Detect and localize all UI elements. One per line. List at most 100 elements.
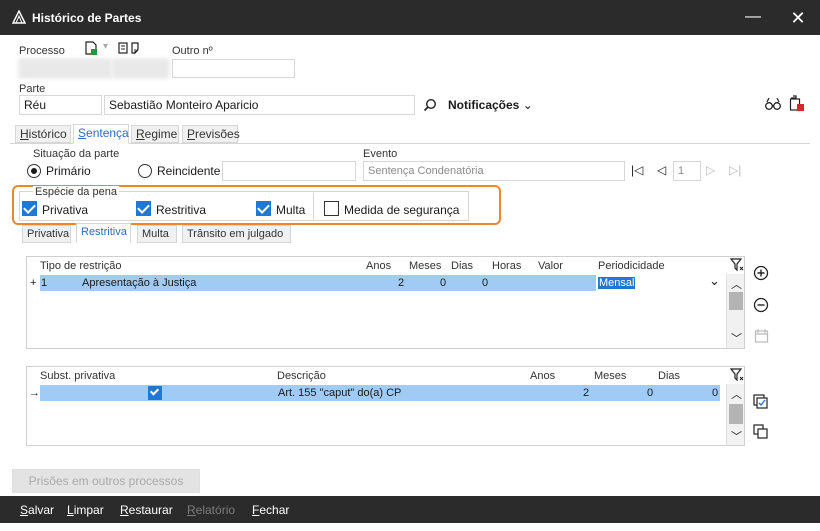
subst-anos-cell: 2 — [583, 387, 590, 399]
chevron-down-icon: ⌄ — [522, 98, 533, 112]
privativa-check-label: Privativa — [42, 203, 89, 217]
app-logo-icon — [12, 10, 26, 24]
scroll-up-icon[interactable]: ︿ — [731, 386, 742, 402]
tab-sentenca-accel: S — [78, 126, 87, 140]
restaurar-accel: R — [120, 503, 129, 517]
subst-col-meses: Meses — [594, 370, 627, 382]
processo-input[interactable] — [19, 59, 111, 78]
scroll-thumb[interactable] — [729, 292, 743, 310]
periodicidade-chevron-icon[interactable]: ⌄ — [709, 273, 720, 289]
multa-check-label: Multa — [276, 203, 306, 217]
restricao-desc-cell: Apresentação à Justiça — [82, 277, 197, 289]
filter-icon[interactable] — [730, 258, 744, 272]
prisoes-outros-processos-button[interactable]: Prisões em outros processos — [12, 469, 200, 493]
remove-circle-icon[interactable] — [753, 297, 769, 313]
restaurar-button[interactable]: Restaurar — [120, 503, 173, 517]
evento-input[interactable]: Sentença Condenatória — [363, 161, 625, 181]
tab-sentenca-rest: entença — [86, 126, 129, 140]
subst-col-privativa: Subst. privativa — [40, 370, 116, 382]
restricoes-col-dias: Dias — [451, 260, 474, 272]
subst-descricao-cell: Art. 155 "caput" do(a) CP — [278, 387, 402, 399]
processo-input-2[interactable] — [113, 59, 169, 78]
row-marker: → — [29, 387, 40, 399]
fechar-button[interactable]: Fechar — [252, 503, 289, 517]
checklist-icon[interactable] — [753, 394, 768, 409]
salvar-button[interactable]: Salvar — [20, 503, 54, 517]
primario-label: Primário — [46, 164, 91, 178]
parte-tipo-input[interactable]: Réu — [19, 95, 102, 115]
substituicao-grid[interactable] — [26, 366, 745, 446]
subst-dias-cell: 0 — [712, 387, 719, 399]
tab-historico-accel: H — [20, 127, 29, 141]
reincidente-select[interactable] — [222, 161, 356, 181]
especie-label: Espécie da pena — [33, 186, 119, 198]
tabs-baseline — [10, 143, 810, 144]
subtab-multa[interactable]: Multa — [137, 225, 177, 243]
glasses-icon[interactable] — [764, 96, 782, 112]
restritiva-check-label: Restritiva — [156, 203, 207, 217]
calendar-icon[interactable] — [754, 328, 769, 343]
outro-numero-input[interactable] — [172, 59, 295, 78]
document-new-icon[interactable] — [84, 41, 98, 55]
primario-radio[interactable] — [27, 164, 41, 178]
subtab-privativa[interactable]: Privativa — [22, 225, 71, 243]
first-record-icon[interactable]: |◁ — [631, 163, 643, 177]
relatorio-button[interactable]: Relatório — [187, 503, 235, 517]
salvar-rest: alvar — [28, 503, 55, 517]
relatorio-rest: elatório — [195, 503, 236, 517]
reincidente-label: Reincidente — [157, 164, 221, 178]
notificacoes-menu[interactable]: Notificações ⌄ — [448, 98, 533, 112]
tab-historico-rest: istórico — [28, 127, 67, 141]
restricoes-col-periodicidade: Periodicidade — [598, 260, 665, 272]
add-circle-icon[interactable] — [753, 265, 769, 281]
processo-dropdown-icon[interactable]: ▾ — [103, 41, 108, 52]
tab-sentenca[interactable]: Sentença — [73, 124, 129, 144]
medida-seguranca-checkbox[interactable] — [324, 201, 339, 216]
restricoes-col-valor: Valor — [538, 260, 563, 272]
restritiva-checkbox[interactable] — [136, 201, 151, 216]
restaurar-rest: estaurar — [128, 503, 173, 517]
restricao-horas-cell: 0 — [482, 277, 489, 289]
previous-record-icon[interactable]: ◁ — [657, 163, 666, 177]
tab-previsoes[interactable]: Previsões — [182, 125, 240, 143]
duplicate-icon[interactable] — [753, 424, 768, 439]
delete-document-icon[interactable] — [789, 95, 805, 112]
subst-meses-cell: 0 — [647, 387, 654, 399]
next-record-icon[interactable]: ▷ — [706, 163, 715, 177]
row-marker: + — [30, 277, 37, 289]
evento-label: Evento — [363, 148, 398, 160]
privativa-checkbox[interactable] — [22, 201, 37, 216]
salvar-accel: S — [20, 503, 29, 517]
scroll-up-icon[interactable]: ︿ — [731, 276, 742, 292]
subtab-restritiva[interactable]: Restritiva — [76, 223, 131, 243]
subtab-transito[interactable]: Trânsito em julgado — [182, 225, 291, 243]
tab-previsoes-rest: revisões — [195, 127, 240, 141]
tab-regime-accel: R — [136, 127, 145, 141]
close-button[interactable]: ✕ — [788, 8, 808, 28]
minimize-button[interactable]: — — [744, 8, 762, 26]
scroll-thumb[interactable] — [729, 404, 743, 424]
search-icon[interactable] — [423, 98, 437, 112]
reincidente-radio[interactable] — [138, 164, 152, 178]
periodicidade-select[interactable]: Mensal — [597, 275, 715, 292]
multa-checkbox[interactable] — [256, 201, 271, 216]
restricao-dias-cell: 0 — [440, 277, 447, 289]
record-page-input[interactable]: 1 — [673, 161, 701, 181]
restricoes-scrollbar[interactable]: ︿ ﹀ — [726, 274, 744, 348]
limpar-button[interactable]: Limpar — [67, 503, 104, 517]
tab-regime-rest: egime — [144, 127, 178, 141]
parte-nome-input[interactable]: Sebastião Monteiro Aparicio — [104, 95, 415, 115]
filter-icon[interactable] — [730, 368, 744, 382]
substituicao-scrollbar[interactable]: ︿ ﹀ — [726, 384, 744, 445]
window-title: Histórico de Partes — [32, 11, 142, 25]
scroll-down-icon[interactable]: ﹀ — [731, 330, 742, 346]
notificacoes-label: Notificações — [448, 98, 520, 112]
periodicidade-value: Mensal — [598, 277, 636, 289]
tab-historico[interactable]: Histórico — [15, 125, 71, 143]
processo-label: Processo — [19, 45, 65, 57]
tab-regime[interactable]: Regime — [131, 125, 179, 143]
subst-privativa-checkbox[interactable] — [148, 386, 162, 400]
last-record-icon[interactable]: ▷| — [729, 163, 741, 177]
copy-paste-icon[interactable] — [118, 41, 144, 55]
scroll-down-icon[interactable]: ﹀ — [731, 428, 742, 444]
